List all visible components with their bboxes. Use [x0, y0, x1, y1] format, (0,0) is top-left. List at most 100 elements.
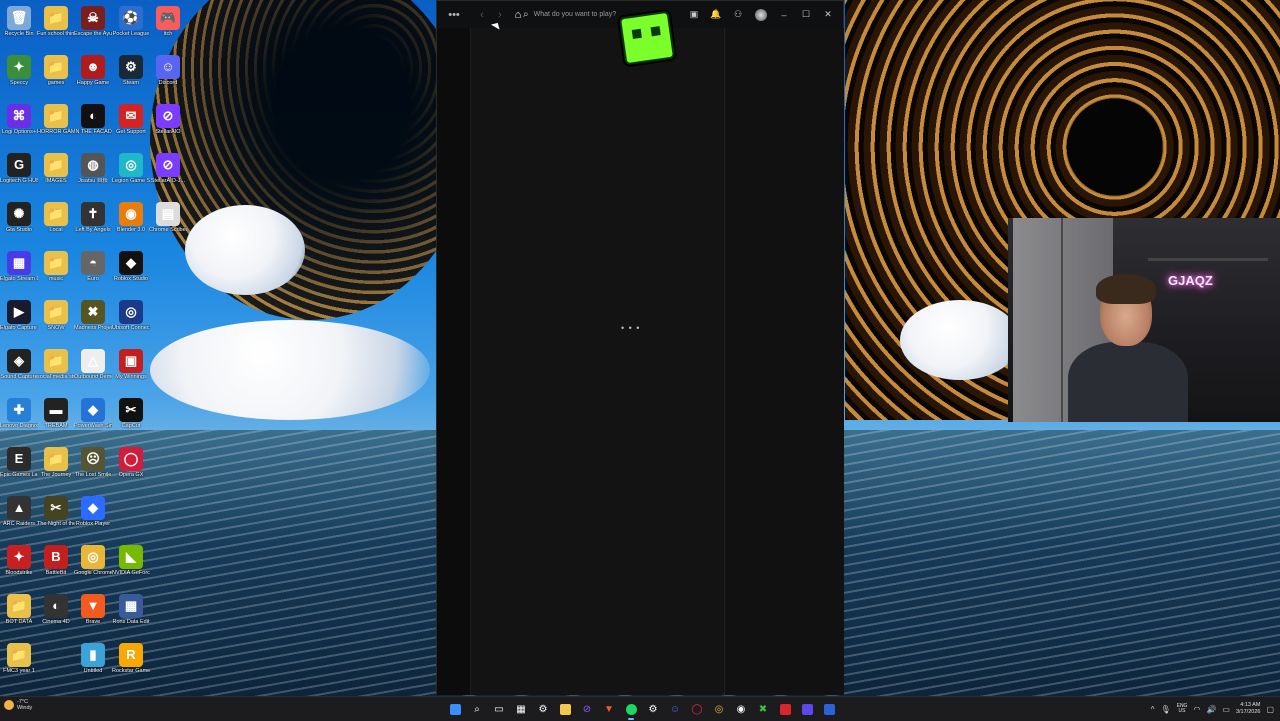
steam-icon[interactable]: ⚙	[642, 697, 664, 721]
brave-icon[interactable]: ▼	[598, 697, 620, 721]
notifications-icon[interactable]: 🔔	[705, 9, 727, 20]
desktop-icon[interactable]: ▮ Untitled	[74, 641, 112, 687]
monitor-app-icon[interactable]	[818, 697, 840, 721]
close-button[interactable]: ✕	[817, 9, 839, 20]
notification-center-icon[interactable]: ▢	[1266, 705, 1274, 714]
desktop-icon[interactable]: ▣ My Winnings	[112, 347, 150, 393]
desktop-icon[interactable]: ◉ Blender 3.0	[112, 200, 150, 246]
desktop-icon[interactable]: ◆PowerWash Simulator	[74, 396, 112, 442]
obs-icon[interactable]: ◉	[730, 697, 752, 721]
settings-icon[interactable]: ⚙	[532, 697, 554, 721]
tray-overflow-icon[interactable]: ^	[1151, 705, 1155, 714]
desktop-icon[interactable]: ✂The Night of the Scissors	[37, 494, 75, 540]
browse-icon[interactable]: ▣	[683, 9, 705, 20]
desktop-icon[interactable]: ◣ NVIDIA GeForce	[112, 543, 150, 589]
stream-deck-icon[interactable]	[796, 697, 818, 721]
desktop-icon[interactable]: ◆ Roblox Player	[74, 494, 112, 540]
file-explorer-icon[interactable]	[554, 697, 576, 721]
desktop-icon[interactable]: R Rockstar Games	[112, 641, 150, 687]
desktop-icon[interactable]: 📁social media stuff	[37, 347, 75, 393]
desktop-icon[interactable]: ◯ Opera GX	[112, 445, 150, 491]
desktop-icon[interactable]: △ Outbound Demo	[74, 347, 112, 393]
task-view-icon[interactable]: ▭	[488, 697, 510, 721]
desktop-icon-glyph: ✦	[7, 55, 31, 79]
app-window: ••• ‹ › ⌂ ⌕ What do you want to play? ▣ …	[436, 0, 844, 695]
more-dots-icon[interactable]: •••	[445, 9, 463, 21]
desktop-icon[interactable]: 📁 FMC3 year 1	[0, 641, 38, 687]
desktop-icon[interactable]: ◎ Ubisoft Connect	[112, 298, 150, 344]
desktop-icon[interactable]: 🗑 Recycle Bin	[0, 4, 38, 50]
desktop-icon[interactable]: ☹ The Lost Smile	[74, 445, 112, 491]
desktop-icon[interactable]: ◐ Cinema 4D	[37, 592, 75, 638]
spotify-icon[interactable]	[620, 697, 642, 721]
desktop-icon[interactable]: 📁HORROR GAMES	[37, 102, 75, 148]
desktop-icon[interactable]: 📁Fun school things	[37, 4, 75, 50]
friends-icon[interactable]: ⚇	[727, 9, 749, 20]
desktop-icon[interactable]: ⚽ Pocket League	[112, 4, 150, 50]
stellaraio-icon[interactable]: ⊘	[576, 697, 598, 721]
desktop-icon[interactable]: ⌘ Logi Options+	[0, 102, 38, 148]
desktop-icon[interactable]: ◎Legion Game Shop	[112, 151, 150, 197]
desktop-icon[interactable]: 📁 The Journey	[37, 445, 75, 491]
desktop-icon[interactable]: 📁 games	[37, 53, 75, 99]
taskbar-search-icon[interactable]: ⌕	[466, 697, 488, 721]
adobe-icon[interactable]	[774, 697, 796, 721]
volume-icon[interactable]: 🔊	[1206, 705, 1216, 714]
desktop-icon[interactable]: ▦Elgato Stream Deck	[0, 249, 38, 295]
desktop-icon[interactable]: ✺ Gta Studio	[0, 200, 38, 246]
desktop-icon[interactable]: ◐ IN THE FACADE	[74, 102, 112, 148]
opera-icon[interactable]: ◯	[686, 697, 708, 721]
desktop-icon[interactable]: ☠Escape the Ayuwok	[74, 4, 112, 50]
forward-arrow-icon[interactable]: ›	[491, 9, 509, 21]
maximize-button[interactable]: ☐	[795, 9, 817, 20]
widgets-icon[interactable]: ▦	[510, 697, 532, 721]
desktop-icon[interactable]: 📁 BOT DATA	[0, 592, 38, 638]
desktop-icon[interactable]: ⊘ StellarAIO	[149, 102, 187, 148]
xbox-icon[interactable]: ✖	[752, 697, 774, 721]
user-avatar[interactable]	[755, 8, 767, 21]
system-clock[interactable]: 4:13 AM 3/17/2026	[1236, 702, 1260, 716]
desktop-icon[interactable]: ◓ Euro	[74, 249, 112, 295]
back-arrow-icon[interactable]: ‹	[473, 9, 491, 21]
chrome-icon[interactable]: ◎	[708, 697, 730, 721]
desktop-icon[interactable]: ☻ Happy Game	[74, 53, 112, 99]
desktop-icon[interactable]: 📁 SNOW	[37, 298, 75, 344]
desktop-icon[interactable]: EEpic Games Launcher	[0, 445, 38, 491]
desktop-icon[interactable]: ▶Elgato Capture HD	[0, 298, 38, 344]
desktop-icon[interactable]: ✦ Speccy	[0, 53, 38, 99]
desktop-icon[interactable]: ◍ Jisatsu 自殺	[74, 151, 112, 197]
desktop-icon[interactable]: ✚Lenovo Diagnostics	[0, 396, 38, 442]
desktop-icon[interactable]: ✉ Get Support	[112, 102, 150, 148]
start-button[interactable]	[444, 697, 466, 721]
desktop-icon[interactable]: ▬ TREBAM	[37, 396, 75, 442]
microphone-icon[interactable]: 🎙	[1160, 705, 1170, 714]
language-indicator[interactable]: ENG US	[1177, 703, 1188, 715]
library-sidebar[interactable]	[437, 28, 471, 695]
desktop-icon[interactable]: ☺ Discord	[149, 53, 187, 99]
desktop-icon[interactable]: ▤ Chrome Scribes	[149, 200, 187, 246]
desktop-icon[interactable]: ✦ Bloodstrike	[0, 543, 38, 589]
desktop-icon[interactable]: ◆ Roblox Studio	[112, 249, 150, 295]
desktop-icon-glyph: ▦	[7, 251, 31, 275]
desktop-icon[interactable]: ◈ Sound Capture	[0, 347, 38, 393]
desktop-icon[interactable]: ▲ ARC Raiders	[0, 494, 38, 540]
desktop-icon[interactable]: ◎ Google Chrome	[74, 543, 112, 589]
desktop-icon[interactable]: 📁 IMAGES	[37, 151, 75, 197]
desktop-icon[interactable]: ⚙ Steam	[112, 53, 150, 99]
desktop-icon[interactable]: 🎮 itch	[149, 4, 187, 50]
desktop-icon[interactable]: ▼ Brave	[74, 592, 112, 638]
desktop-icon[interactable]: ▦ Rons Data Edit	[112, 592, 150, 638]
desktop-icon[interactable]: ✂ CapCut	[112, 396, 150, 442]
desktop-icon[interactable]: 📁 Local	[37, 200, 75, 246]
desktop-icon[interactable]: B BattleBit	[37, 543, 75, 589]
discord-icon[interactable]: ☺	[664, 697, 686, 721]
desktop-icon[interactable]: G Logitech G HUB	[0, 151, 38, 197]
battery-icon[interactable]: ▭	[1222, 705, 1230, 714]
desktop-icon[interactable]: ⊘ StellarAIO-J...	[149, 151, 187, 197]
desktop-icon[interactable]: ✖ Madness Project	[74, 298, 112, 344]
desktop-icon[interactable]: 📁 music	[37, 249, 75, 295]
minimize-button[interactable]: –	[773, 10, 795, 20]
wifi-icon[interactable]: ◠	[1193, 705, 1200, 714]
taskbar-weather-widget[interactable]: -7°C Windy	[4, 699, 32, 711]
desktop-icon[interactable]: ✝ Left By Angels	[74, 200, 112, 246]
